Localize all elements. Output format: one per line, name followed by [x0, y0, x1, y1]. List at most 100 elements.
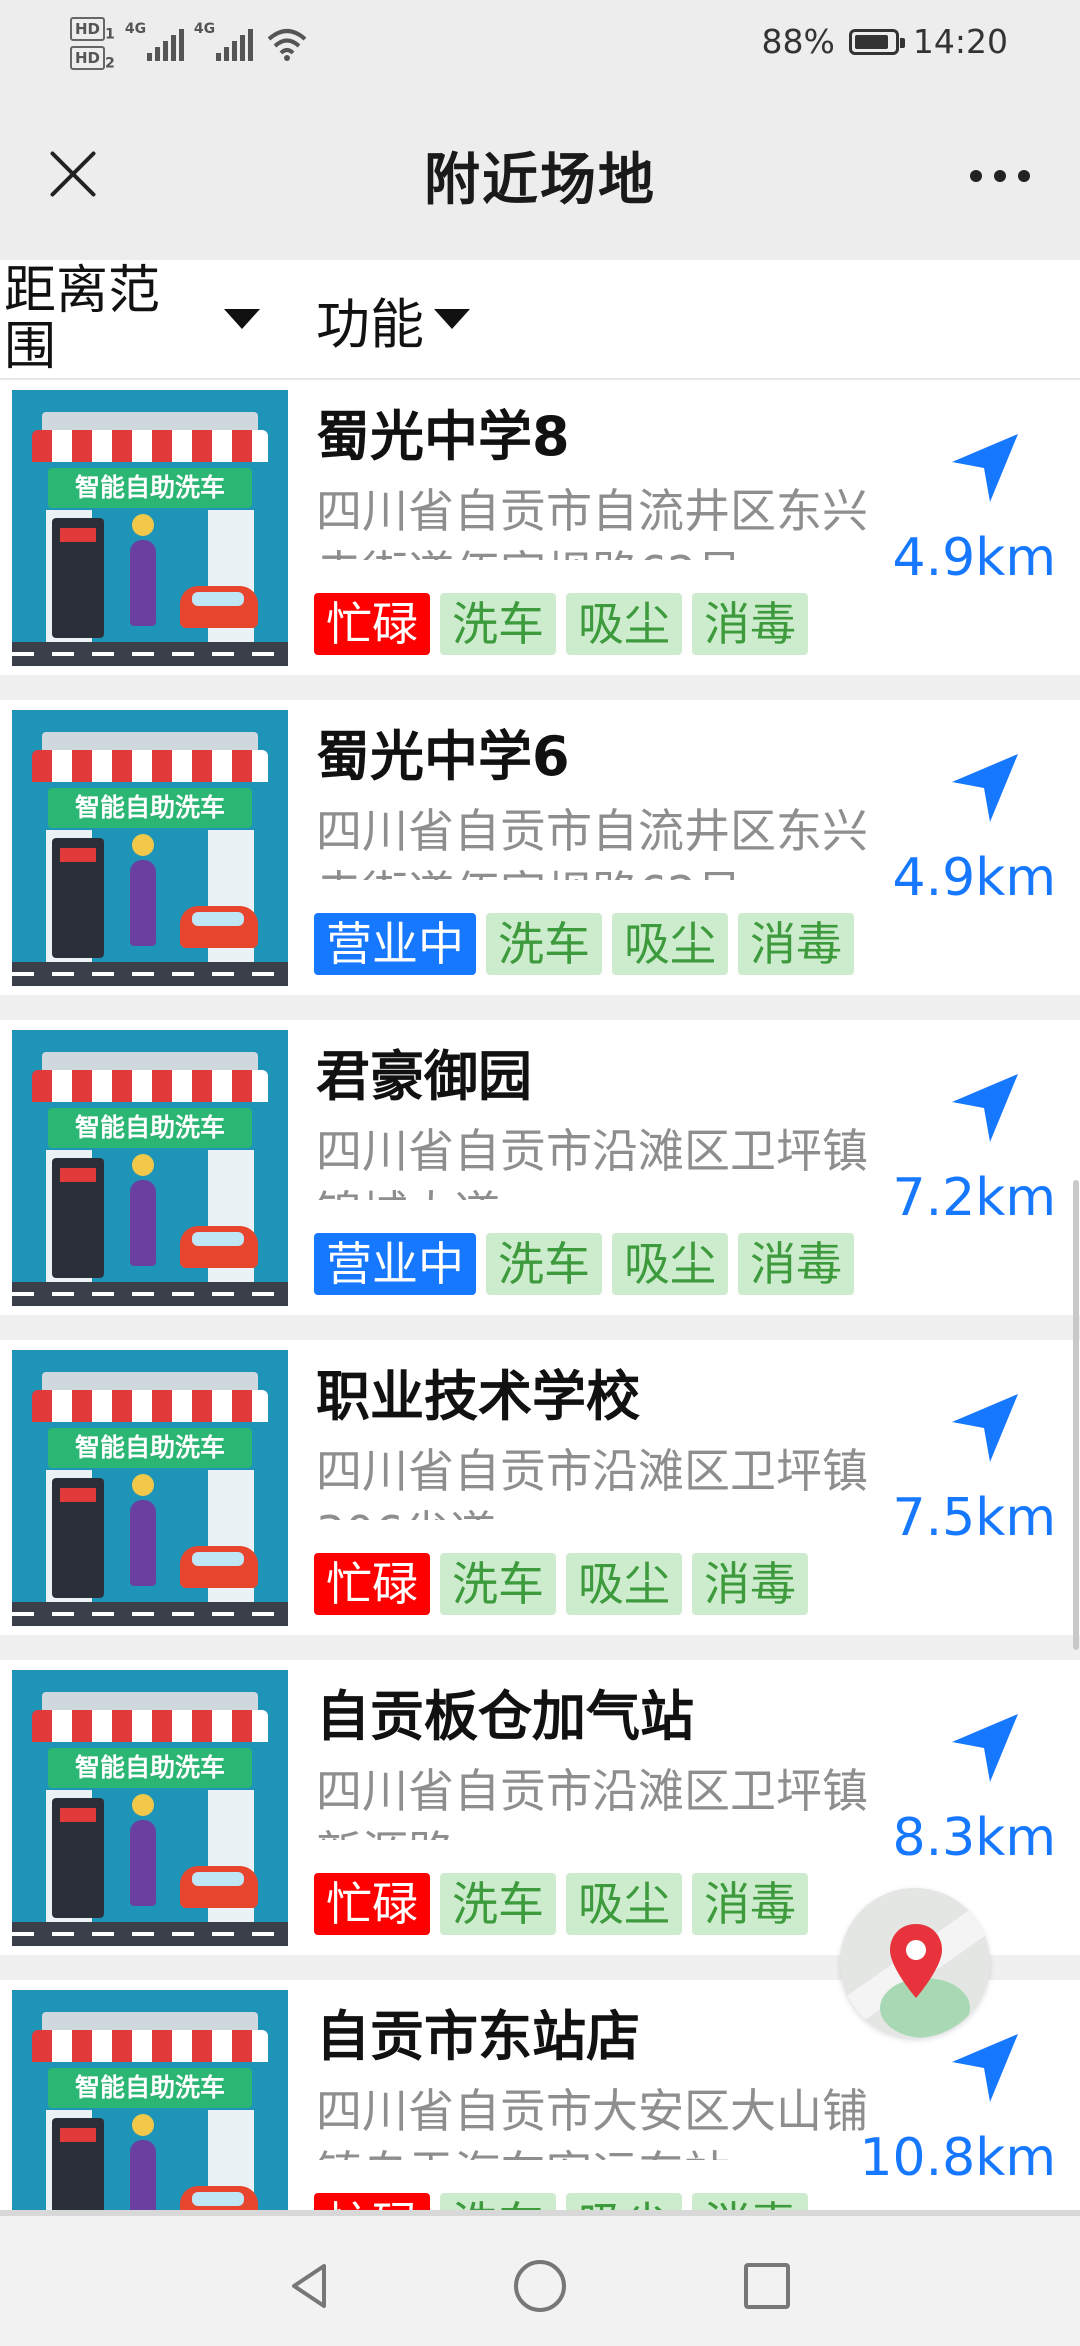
signal-icon: 4G	[125, 21, 184, 61]
navigate-button[interactable]: 7.5km	[892, 1388, 1056, 1588]
thumbnail-sign: 智能自助洗车	[48, 468, 252, 508]
distance-filter-label: 距离范围	[4, 261, 161, 377]
status-bar: HD 1 HD 2 4G 4G 88% 14:20	[0, 0, 1080, 95]
map-location-icon	[890, 1924, 942, 1998]
home-icon[interactable]	[514, 2260, 566, 2312]
navigation-arrow-icon	[952, 2034, 1018, 2102]
thumbnail-sign: 智能自助洗车	[48, 2068, 252, 2108]
feature-tag: 洗车	[440, 593, 556, 655]
station-name: 职业技术学校	[316, 1365, 640, 1428]
station-address: 四川省自贡市沿滩区卫坪镇锦城大道	[316, 1124, 868, 1200]
status-badge: 忙碌	[314, 593, 430, 655]
navigation-arrow-icon	[952, 754, 1018, 822]
system-nav-bar	[0, 2210, 1080, 2346]
navigate-button[interactable]: 4.9km	[892, 748, 1056, 948]
station-thumbnail: 智能自助洗车	[12, 390, 288, 666]
station-thumbnail: 智能自助洗车	[12, 710, 288, 986]
feature-tag: 消毒	[692, 593, 808, 655]
station-list-item[interactable]: 智能自助洗车 君豪御园 四川省自贡市沿滩区卫坪镇锦城大道 营业中 洗车吸尘消毒 …	[0, 1020, 1080, 1315]
station-thumbnail: 智能自助洗车	[12, 1670, 288, 1946]
hd2-sub: 2	[105, 55, 115, 72]
feature-tag: 吸尘	[566, 1873, 682, 1935]
thumbnail-sign: 智能自助洗车	[48, 1748, 252, 1788]
scrollbar[interactable]	[1073, 1180, 1079, 1650]
more-dots-icon[interactable]	[960, 161, 1040, 191]
feature-tag: 吸尘	[566, 1553, 682, 1615]
hd-indicators: HD 1 HD 2	[70, 16, 115, 72]
signal-icon-2: 4G	[194, 21, 253, 61]
station-address: 四川省自贡市自流井区东兴寺街道伍家坝路62号	[316, 804, 868, 880]
wifi-icon	[267, 29, 307, 61]
feature-tag: 消毒	[692, 1553, 808, 1615]
station-distance: 8.3km	[892, 1808, 1056, 1868]
clock: 14:20	[912, 22, 1008, 61]
feature-tag: 吸尘	[612, 1233, 728, 1295]
station-list-item[interactable]: 智能自助洗车 蜀光中学8 四川省自贡市自流井区东兴寺街道伍家坝路62号 忙碌 洗…	[0, 380, 1080, 675]
filter-bar: 距离范围 功能	[0, 260, 1080, 380]
station-tags: 忙碌 洗车吸尘消毒	[314, 593, 808, 655]
station-address: 四川省自贡市沿滩区卫坪镇306省道	[316, 1444, 868, 1520]
feature-tag: 消毒	[692, 1873, 808, 1935]
title-bar: 附近场地	[0, 95, 1080, 260]
station-tags: 营业中 洗车 吸尘 消毒	[314, 1233, 854, 1295]
page-title: 附近场地	[424, 148, 656, 213]
status-badge: 营业中	[314, 1233, 476, 1295]
station-list-item[interactable]: 智能自助洗车 职业技术学校 四川省自贡市沿滩区卫坪镇306省道 忙碌 洗车吸尘消…	[0, 1340, 1080, 1635]
station-distance: 4.9km	[892, 848, 1056, 908]
station-address: 四川省自贡市自流井区东兴寺街道伍家坝路62号	[316, 484, 868, 560]
navigate-button[interactable]: 7.2km	[892, 1068, 1056, 1268]
hd1-sub: 1	[105, 26, 115, 42]
feature-tag: 洗车	[486, 913, 602, 975]
caret-down-icon	[434, 309, 470, 329]
feature-tag: 吸尘	[612, 913, 728, 975]
status-left: HD 1 HD 2 4G 4G	[70, 14, 307, 74]
function-filter-label: 功能	[316, 292, 424, 356]
thumbnail-sign: 智能自助洗车	[48, 1108, 252, 1148]
status-badge: 营业中	[314, 913, 476, 975]
station-distance: 4.9km	[892, 528, 1056, 588]
station-distance: 7.2km	[892, 1168, 1056, 1228]
navigate-button[interactable]: 8.3km	[892, 1708, 1056, 1908]
station-tags: 忙碌 洗车吸尘消毒	[314, 1873, 808, 1935]
network-type: 4G	[124, 21, 147, 37]
thumbnail-sign: 智能自助洗车	[48, 1428, 252, 1468]
station-name: 蜀光中学6	[316, 725, 570, 788]
navigation-arrow-icon	[952, 1714, 1018, 1782]
back-icon[interactable]	[284, 2260, 336, 2312]
navigation-arrow-icon	[952, 1074, 1018, 1142]
feature-tag: 消毒	[738, 1233, 854, 1295]
function-filter-dropdown[interactable]: 功能	[316, 260, 470, 378]
station-tags: 忙碌 洗车吸尘消毒	[314, 1553, 808, 1615]
station-name: 自贡板仓加气站	[316, 1685, 694, 1748]
feature-tag: 吸尘	[566, 593, 682, 655]
feature-tag: 洗车	[440, 1553, 556, 1615]
status-badge: 忙碌	[314, 1873, 430, 1935]
distance-filter-dropdown[interactable]: 距离范围	[4, 260, 260, 378]
station-distance: 10.8km	[859, 2128, 1056, 2188]
station-address: 四川省自贡市沿滩区卫坪镇新源路	[316, 1764, 868, 1840]
station-name: 君豪御园	[316, 1045, 532, 1108]
network-type-2: 4G	[193, 21, 216, 37]
navigation-arrow-icon	[952, 1394, 1018, 1462]
station-distance: 7.5km	[892, 1488, 1056, 1548]
status-badge: 忙碌	[314, 1553, 430, 1615]
status-right: 88% 14:20	[762, 22, 1008, 61]
thumbnail-sign: 智能自助洗车	[48, 788, 252, 828]
map-location-button[interactable]	[840, 1888, 990, 2038]
navigate-button[interactable]: 10.8km	[859, 2028, 1056, 2228]
station-list-item[interactable]: 智能自助洗车 蜀光中学6 四川省自贡市自流井区东兴寺街道伍家坝路62号 营业中 …	[0, 700, 1080, 995]
battery-percent: 88%	[761, 22, 835, 61]
caret-down-icon	[224, 309, 260, 329]
feature-tag: 洗车	[486, 1233, 602, 1295]
feature-tag: 消毒	[738, 913, 854, 975]
station-address: 四川省自贡市大安区大山铺镇自贡汽车客运东站	[316, 2084, 868, 2160]
station-thumbnail: 智能自助洗车	[12, 1350, 288, 1626]
battery-fill	[854, 34, 888, 49]
battery-icon	[848, 28, 905, 55]
station-name: 自贡市东站店	[316, 2005, 640, 2068]
feature-tag: 洗车	[440, 1873, 556, 1935]
navigate-button[interactable]: 4.9km	[892, 428, 1056, 628]
hd2-badge: HD	[70, 46, 106, 70]
recent-apps-icon[interactable]	[744, 2263, 790, 2309]
station-name: 蜀光中学8	[316, 405, 570, 468]
